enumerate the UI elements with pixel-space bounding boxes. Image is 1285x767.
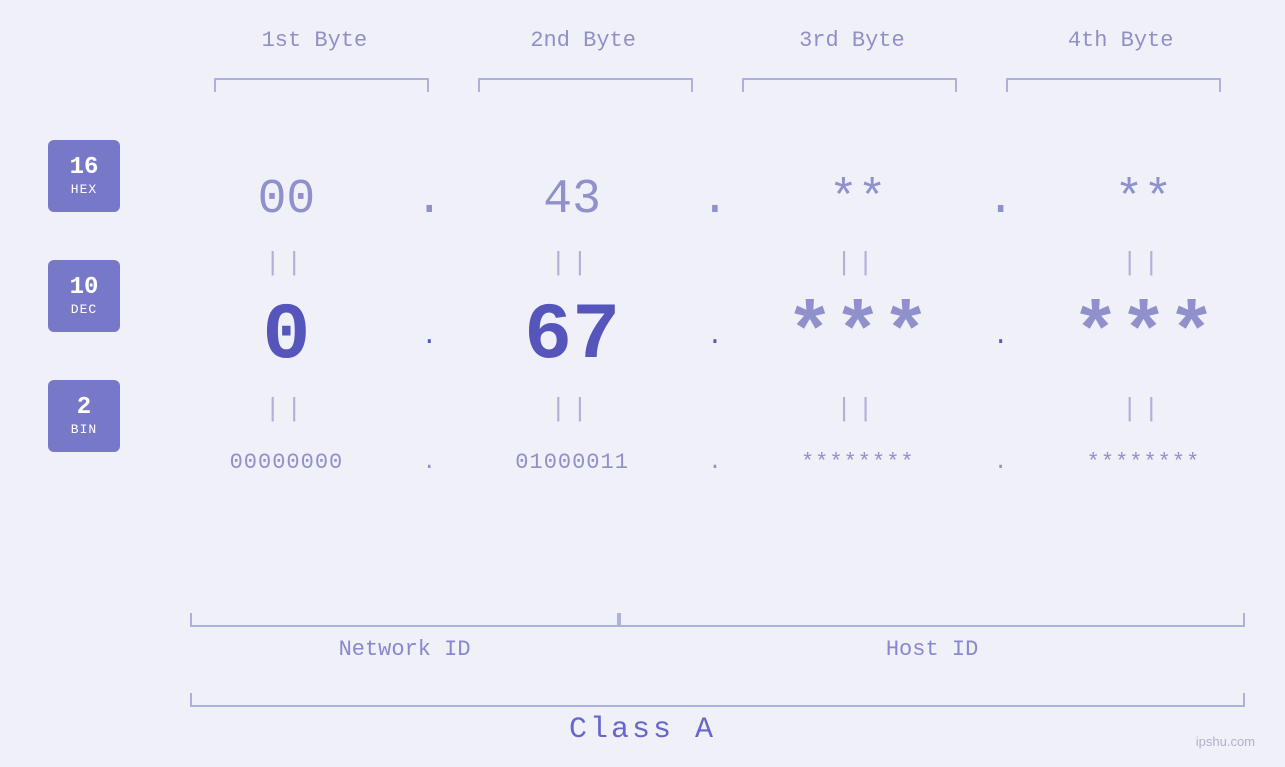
bin-byte-4: ********	[1028, 450, 1258, 475]
hex-row: 00 . 43 . ** . **	[165, 155, 1265, 245]
bracket-top-4	[1006, 78, 1221, 92]
dec-dot-1: .	[414, 321, 444, 351]
class-bracket	[190, 693, 1245, 707]
dec-byte-1: 0	[171, 291, 401, 382]
eq-3: ||	[743, 248, 973, 278]
host-bracket	[619, 613, 1245, 627]
watermark: ipshu.com	[1196, 734, 1255, 749]
hex-badge-label: HEX	[71, 182, 97, 197]
dec-byte-4: ***	[1028, 291, 1258, 382]
eq-4: ||	[1028, 248, 1258, 278]
bin-dot-3: .	[986, 450, 1016, 475]
bin-dot-2: .	[700, 450, 730, 475]
hex-byte-1: 00	[171, 173, 401, 227]
bin-row: 00000000 . 01000011 . ******** . *******…	[165, 427, 1265, 497]
hex-badge-num: 16	[70, 155, 99, 181]
col-header-2: 2nd Byte	[463, 28, 703, 53]
hex-badge: 16 HEX	[48, 140, 120, 212]
bin-badge: 2 BIN	[48, 380, 120, 452]
id-labels-row: Network ID Host ID	[190, 637, 1245, 662]
dec-byte-3: ***	[743, 291, 973, 382]
eq-row-2: || || || ||	[165, 391, 1265, 427]
eq2-4: ||	[1028, 394, 1258, 424]
top-brackets	[190, 78, 1245, 92]
bracket-top-3	[742, 78, 957, 92]
bin-badge-label: BIN	[71, 422, 97, 437]
eq-1: ||	[171, 248, 401, 278]
dec-row: 0 . 67 . *** . ***	[165, 281, 1265, 391]
col-header-4: 4th Byte	[1001, 28, 1241, 53]
dec-badge: 10 DEC	[48, 260, 120, 332]
bin-byte-3: ********	[743, 450, 973, 475]
eq2-1: ||	[171, 394, 401, 424]
long-bracket-wrap	[190, 693, 1245, 707]
hex-dot-2: .	[700, 173, 730, 227]
col-header-3: 3rd Byte	[732, 28, 972, 53]
network-bracket	[190, 613, 619, 627]
bracket-top-2	[478, 78, 693, 92]
host-id-label: Host ID	[619, 637, 1245, 662]
main-grid: 00 . 43 . ** . ** || || || || 0 . 67 . *…	[165, 100, 1265, 497]
hex-byte-4: **	[1028, 173, 1258, 227]
hex-dot-3: .	[986, 173, 1016, 227]
eq2-2: ||	[457, 394, 687, 424]
dec-dot-2: .	[700, 321, 730, 351]
hex-dot-1: .	[414, 173, 444, 227]
col-header-1: 1st Byte	[194, 28, 434, 53]
eq-2: ||	[457, 248, 687, 278]
class-label: Class A	[0, 713, 1285, 747]
bin-byte-1: 00000000	[171, 450, 401, 475]
bin-byte-2: 01000011	[457, 450, 687, 475]
eq-row-1: || || || ||	[165, 245, 1265, 281]
bottom-brackets	[190, 613, 1245, 627]
hex-byte-2: 43	[457, 173, 687, 227]
main-container: 16 HEX 10 DEC 2 BIN 1st Byte 2nd Byte 3r…	[0, 0, 1285, 767]
eq2-3: ||	[743, 394, 973, 424]
dec-badge-num: 10	[70, 275, 99, 301]
bracket-top-1	[214, 78, 429, 92]
dec-byte-2: 67	[457, 291, 687, 382]
network-id-label: Network ID	[190, 637, 619, 662]
hex-byte-3: **	[743, 173, 973, 227]
bin-dot-1: .	[414, 450, 444, 475]
bin-badge-num: 2	[77, 395, 91, 421]
dec-dot-3: .	[986, 321, 1016, 351]
column-headers: 1st Byte 2nd Byte 3rd Byte 4th Byte	[180, 28, 1255, 53]
badges-column: 16 HEX 10 DEC 2 BIN	[48, 140, 120, 452]
dec-badge-label: DEC	[71, 302, 97, 317]
